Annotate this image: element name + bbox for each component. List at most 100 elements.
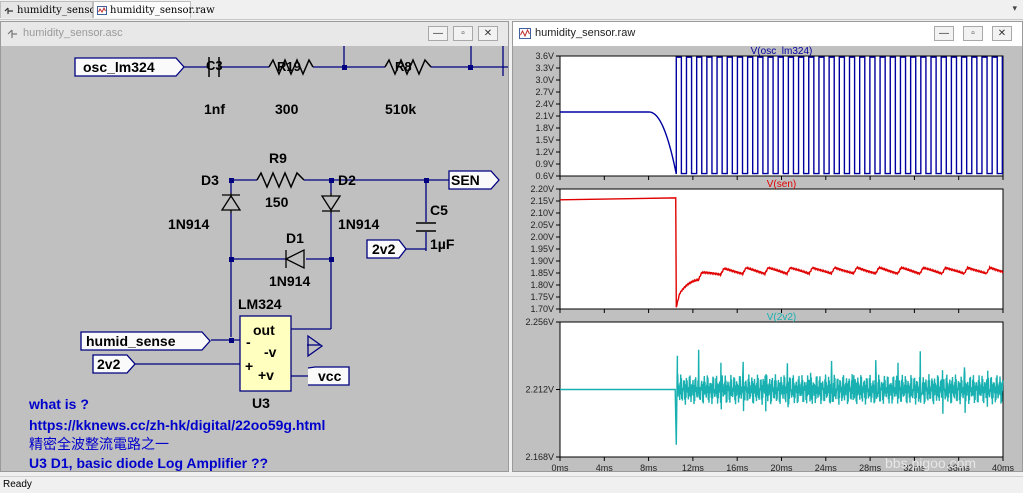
trace-title: V(osc_lm324) — [751, 46, 813, 57]
x-tick-label: 24ms — [815, 463, 838, 471]
y-tick-label: 2.00V — [530, 232, 554, 242]
document-tab-bar: humidity_sensor.asc humidity_sensor.raw … — [0, 0, 1023, 20]
waveform-title-bar: humidity_sensor.raw — ▫ ✕ — [513, 22, 1022, 46]
y-tick-label: 1.5V — [535, 135, 554, 145]
y-tick-label: 1.8V — [535, 123, 554, 133]
schematic-maximize-button[interactable]: ▫ — [453, 26, 473, 41]
comment-line-2: https://kknews.cc/zh-hk/digital/22oo59g.… — [29, 417, 325, 433]
x-tick-label: 12ms — [682, 463, 705, 471]
c5-value: 1µF — [430, 236, 455, 252]
resistor-r9[interactable] — [256, 171, 305, 189]
c5-ref: C5 — [430, 202, 448, 218]
y-tick-label: 1.70V — [530, 304, 554, 314]
waveform-maximize-button[interactable]: ▫ — [963, 26, 983, 41]
x-tick-label: 8ms — [640, 463, 658, 471]
d3-value: 1N914 — [168, 216, 209, 232]
schematic-window-icon — [7, 29, 17, 38]
y-tick-label: 2.15V — [530, 196, 554, 206]
y-tick-label: 1.90V — [530, 256, 554, 266]
r8-value: 510k — [385, 101, 416, 117]
d1-ref: D1 — [286, 230, 304, 246]
d2-value: 1N914 — [338, 216, 379, 232]
schematic-close-button[interactable]: ✕ — [478, 26, 498, 41]
comment-line-4: U3 D1, basic diode Log Amplifier ?? — [29, 455, 268, 471]
trace-title: V(2v2) — [767, 312, 796, 323]
y-tick-label: 1.75V — [530, 292, 554, 302]
wires — [135, 46, 508, 377]
schematic-window: humidity_sensor.asc — ▫ ✕ C3 1nf R19 300… — [0, 21, 509, 472]
y-tick-label: 2.256V — [525, 317, 554, 327]
trace-title: V(sen) — [767, 179, 796, 190]
y-tick-label: 2.4V — [535, 99, 554, 109]
u3-ref: U3 — [252, 395, 270, 411]
net-label-sen-text: SEN — [451, 172, 480, 188]
schematic-window-title: humidity_sensor.asc — [23, 27, 123, 39]
x-tick-label: 28ms — [859, 463, 882, 471]
x-tick-label: 40ms — [992, 463, 1015, 471]
r19-value: 300 — [275, 101, 299, 117]
y-tick-label: 1.2V — [535, 147, 554, 157]
c3-value: 1nf — [204, 101, 225, 117]
x-tick-label: 20ms — [770, 463, 793, 471]
y-tick-label: 2.1V — [535, 111, 554, 121]
tab-waveform[interactable]: humidity_sensor.raw — [93, 1, 215, 18]
net-label-osc-text: osc_lm324 — [83, 59, 155, 75]
schematic-icon — [4, 7, 13, 14]
r9-value: 150 — [265, 194, 289, 210]
u3-pin-minus: - — [246, 334, 251, 350]
waveform-icon — [97, 6, 107, 15]
tab-waveform-label: humidity_sensor.raw — [110, 5, 215, 16]
tab-menu-chevron-icon[interactable]: ▾ — [1012, 3, 1017, 14]
y-tick-label: 2.212V — [525, 385, 554, 395]
y-tick-label: 2.05V — [530, 220, 554, 230]
y-tick-label: 2.7V — [535, 87, 554, 97]
waveform-plot-area[interactable]: 3.6V 3.3V 3.0V 2.7V 2.4V 2.1V 1.8V 1.5V 1.2V 0.9V… — [513, 46, 1022, 471]
schematic-title-bar: humidity_sensor.asc — ▫ ✕ — [1, 22, 508, 46]
y-tick-label: 1.85V — [530, 268, 554, 278]
x-tick-label: 0ms — [551, 463, 569, 471]
u3-type: LM324 — [238, 296, 282, 312]
watermark-text: bbs.pigoo.com — [885, 455, 976, 471]
y-tick-label: 2.10V — [530, 208, 554, 218]
capacitor-c5[interactable] — [416, 222, 436, 232]
waveform-minimize-button[interactable]: — — [934, 26, 954, 41]
net-label-humid-text: humid_sense — [86, 333, 176, 349]
schematic-canvas[interactable]: C3 1nf R19 300 R8 510k osc_lm324 R9 150 … — [1, 46, 508, 471]
waveform-close-button[interactable]: ✕ — [992, 26, 1012, 41]
diode-d1[interactable] — [284, 248, 305, 270]
y-tick-label: 3.0V — [535, 75, 554, 85]
y-tick-label: 3.3V — [535, 63, 554, 73]
d1-value: 1N914 — [269, 273, 310, 289]
ground-flag — [307, 334, 324, 358]
y-tick-label: 1.80V — [530, 280, 554, 290]
comment-line-1: what is ? — [28, 396, 89, 412]
net-label-2v2-c5-text: 2v2 — [372, 241, 396, 257]
r9-ref: R9 — [269, 150, 287, 166]
diode-d3[interactable] — [220, 193, 242, 213]
x-tick-label: 4ms — [596, 463, 614, 471]
comment-line-3: 精密全波整流電路之一 — [29, 436, 169, 452]
y-tick-label: 2.20V — [530, 184, 554, 194]
u3-pin-plus: + — [245, 358, 253, 374]
plot-pane-2[interactable] — [559, 188, 1004, 310]
y-tick-label: 1.95V — [530, 244, 554, 254]
r19-ref: R19 — [277, 59, 301, 74]
net-label-2v2-text: 2v2 — [97, 356, 121, 372]
y-tick-label: 0.9V — [535, 159, 554, 169]
y-tick-label: 2.168V — [525, 452, 554, 462]
x-tick-label: 16ms — [726, 463, 749, 471]
u3-pin-nv: -v — [264, 344, 277, 360]
c3-ref: C3 — [206, 58, 223, 73]
y-tick-label: 3.6V — [535, 51, 554, 61]
d2-ref: D2 — [338, 172, 356, 188]
d3-ref: D3 — [201, 172, 219, 188]
u3-pin-out: out — [253, 322, 275, 338]
waveform-window-title: humidity_sensor.raw — [535, 27, 636, 39]
u3-pin-pv: +v — [258, 367, 274, 383]
net-label-vcc-text: vcc — [318, 368, 342, 384]
status-bar: Ready — [0, 476, 1023, 492]
schematic-minimize-button[interactable]: — — [428, 26, 448, 41]
tab-schematic[interactable]: humidity_sensor.asc — [0, 1, 119, 18]
y-tick-label: 0.6V — [535, 171, 554, 181]
diode-d2[interactable] — [320, 193, 342, 213]
